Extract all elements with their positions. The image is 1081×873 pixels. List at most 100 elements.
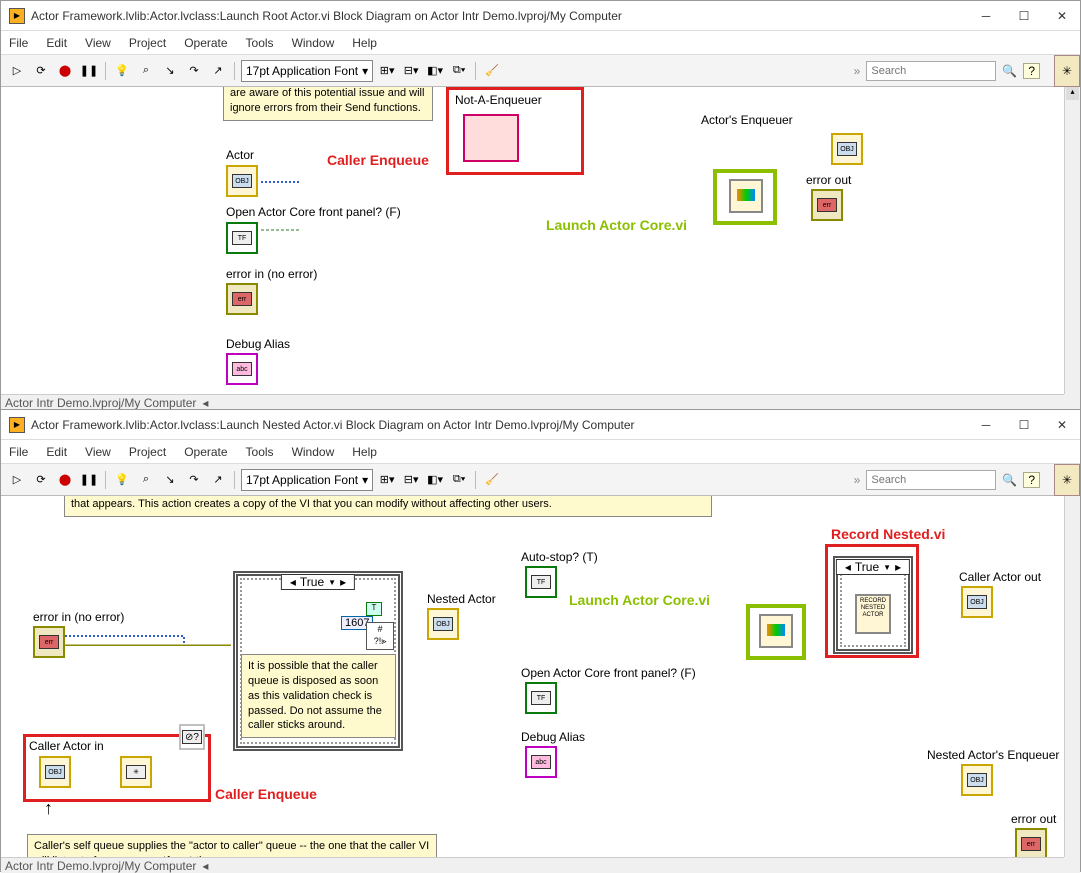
minimize-button[interactable]: ─ (976, 416, 996, 434)
menu-window[interactable]: Window (292, 36, 335, 50)
path-bar[interactable]: Actor Intr Demo.lvproj/My Computer ◂ (1, 857, 1064, 873)
caller-actor-in-terminal[interactable]: OBJ (39, 756, 71, 788)
error-in-terminal[interactable]: err (33, 626, 65, 658)
menu-file[interactable]: File (9, 36, 28, 50)
open-fp-terminal[interactable]: TF (226, 222, 258, 254)
step-out-button[interactable]: ↗ (208, 470, 228, 490)
font-selector[interactable]: 17pt Application Font▾ (241, 60, 373, 82)
run-cont-button[interactable]: ⟳ (31, 61, 51, 81)
close-button[interactable]: ✕ (1052, 416, 1072, 434)
run-cont-button[interactable]: ⟳ (31, 470, 51, 490)
retain-button[interactable]: ⌕ (136, 470, 156, 490)
step-out-button[interactable]: ↗ (208, 61, 228, 81)
resize-button[interactable]: ◧▾ (425, 61, 445, 81)
search-chevron-icon[interactable]: » (854, 473, 861, 487)
menu-file[interactable]: File (9, 445, 28, 459)
actor-terminal[interactable]: OBJ (226, 165, 258, 197)
open-fp-terminal[interactable]: TF (525, 682, 557, 714)
distribute-button[interactable]: ⊟▾ (401, 470, 421, 490)
menu-edit[interactable]: Edit (46, 445, 67, 459)
launch-actor-core-subvi[interactable] (729, 179, 763, 213)
retain-button[interactable]: ⌕ (136, 61, 156, 81)
error-in-label: error in (no error) (226, 267, 317, 281)
menu-project[interactable]: Project (129, 36, 166, 50)
error-in-terminal[interactable]: err (226, 283, 258, 315)
cleanup-button[interactable]: 🧹 (482, 61, 502, 81)
vi-icon-corner[interactable]: ✳ (1054, 55, 1080, 87)
actors-enqueuer-terminal[interactable]: OBJ (831, 133, 863, 165)
search-icon[interactable]: 🔍 (1002, 473, 1017, 487)
help-button[interactable]: ? (1023, 63, 1040, 79)
reorder-button[interactable]: ⧉▾ (449, 470, 469, 490)
abort-button[interactable]: ⬤ (55, 470, 75, 490)
menu-help[interactable]: Help (352, 36, 377, 50)
abort-button[interactable]: ⬤ (55, 61, 75, 81)
launch-actor-core-subvi[interactable] (759, 614, 793, 648)
search-input[interactable] (866, 470, 996, 490)
nested-actor-label: Nested Actor (427, 592, 496, 606)
caller-actor-out-terminal[interactable]: OBJ (961, 586, 993, 618)
menu-tools[interactable]: Tools (246, 36, 274, 50)
search-input[interactable] (866, 61, 996, 81)
caller-enqueue-annotation: Caller Enqueue (215, 786, 317, 802)
path-text: Actor Intr Demo.lvproj/My Computer (5, 859, 196, 873)
menu-edit[interactable]: Edit (46, 36, 67, 50)
highlight-button[interactable]: 💡 (112, 61, 132, 81)
run-button[interactable]: ▷ (7, 61, 27, 81)
path-bar[interactable]: Actor Intr Demo.lvproj/My Computer ◂ (1, 394, 1064, 410)
scrollbar-v[interactable] (1064, 496, 1080, 857)
reorder-button[interactable]: ⧉▾ (449, 61, 469, 81)
null-check-subvi[interactable]: ⊘? (179, 724, 205, 750)
menu-view[interactable]: View (85, 445, 111, 459)
step-over-button[interactable]: ↷ (184, 61, 204, 81)
app-icon: ▶ (9, 8, 25, 24)
cleanup-button[interactable]: 🧹 (482, 470, 502, 490)
menu-window[interactable]: Window (292, 445, 335, 459)
debug-alias-terminal[interactable]: abc (525, 746, 557, 778)
error-out-terminal[interactable]: err (811, 189, 843, 221)
record-nested-actor-subvi[interactable]: RECORD NESTED ACTOR (855, 594, 891, 634)
autostop-terminal[interactable]: TF (525, 566, 557, 598)
help-button[interactable]: ? (1023, 472, 1040, 488)
debug-alias-terminal[interactable]: abc (226, 353, 258, 385)
menu-help[interactable]: Help (352, 445, 377, 459)
autostop-label: Auto-stop? (T) (521, 550, 598, 564)
scrollbar-v[interactable]: ▴ (1064, 87, 1080, 394)
step-into-button[interactable]: ↘ (160, 470, 180, 490)
align-button[interactable]: ⊞▾ (377, 470, 397, 490)
resize-button[interactable]: ◧▾ (425, 470, 445, 490)
menu-view[interactable]: View (85, 36, 111, 50)
minimize-button[interactable]: ─ (976, 7, 996, 25)
error-out-terminal[interactable]: err (1015, 828, 1047, 860)
caller-actor-helper[interactable]: ✳ (120, 756, 152, 788)
nested-actor-terminal[interactable]: OBJ (427, 608, 459, 640)
step-into-button[interactable]: ↘ (160, 61, 180, 81)
vi-icon-corner[interactable]: ✳ (1054, 464, 1080, 496)
search-icon[interactable]: 🔍 (1002, 64, 1017, 78)
menu-tools[interactable]: Tools (246, 445, 274, 459)
caller-actor-in-label: Caller Actor in (29, 739, 104, 753)
run-button[interactable]: ▷ (7, 470, 27, 490)
titlebar-bottom: ▶ Actor Framework.lvlib:Actor.lvclass:La… (1, 410, 1080, 440)
nested-enqueuer-terminal[interactable]: OBJ (961, 764, 993, 796)
search-chevron-icon[interactable]: » (854, 64, 861, 78)
menu-operate[interactable]: Operate (184, 445, 227, 459)
distribute-button[interactable]: ⊟▾ (401, 61, 421, 81)
pause-button[interactable]: ❚❚ (79, 470, 99, 490)
maximize-button[interactable]: ☐ (1014, 416, 1034, 434)
menu-project[interactable]: Project (129, 445, 166, 459)
record-case-selector[interactable]: ◂True▼▸ (836, 559, 910, 575)
maximize-button[interactable]: ☐ (1014, 7, 1034, 25)
close-button[interactable]: ✕ (1052, 7, 1072, 25)
error-query-subvi[interactable]: #?!⪢ (366, 622, 394, 650)
nested-enqueuer-label: Nested Actor's Enqueuer (927, 748, 1059, 762)
pause-button[interactable]: ❚❚ (79, 61, 99, 81)
align-button[interactable]: ⊞▾ (377, 61, 397, 81)
bool-constant[interactable]: T (366, 602, 382, 616)
highlight-button[interactable]: 💡 (112, 470, 132, 490)
not-a-enqueuer-const[interactable] (463, 114, 519, 162)
case-selector[interactable]: ◂True▼▸ (281, 574, 355, 590)
step-over-button[interactable]: ↷ (184, 470, 204, 490)
menu-operate[interactable]: Operate (184, 36, 227, 50)
font-selector[interactable]: 17pt Application Font▾ (241, 469, 373, 491)
